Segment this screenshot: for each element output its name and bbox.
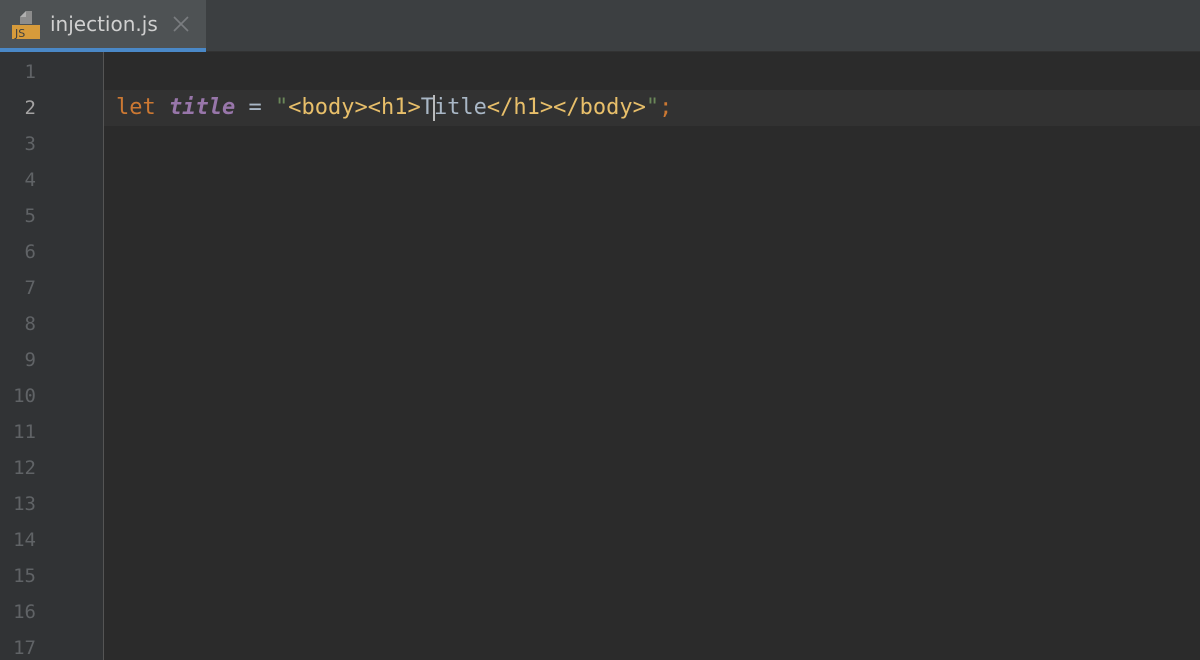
injected-html-close-tags: </h1></body>	[486, 95, 646, 120]
tab-injection-js[interactable]: JS injection.js	[0, 0, 206, 52]
line-number: 5	[24, 205, 36, 227]
line-number: 10	[13, 385, 36, 407]
string-quote-open: "	[274, 95, 289, 120]
js-icon-text: JS	[14, 27, 25, 40]
line-number: 8	[24, 313, 36, 335]
keyword-let: let	[116, 95, 156, 120]
line-number: 7	[24, 277, 36, 299]
line-number: 13	[13, 493, 36, 515]
line-number: 9	[24, 349, 36, 371]
code-editor[interactable]: 1 2 3 4 5 6 7 8 9 10 11 12 13 14 15 16 1…	[0, 52, 1200, 660]
line-number: 15	[13, 565, 36, 587]
line-number-current: 2	[24, 97, 36, 119]
line-number-gutter: 1 2 3 4 5 6 7 8 9 10 11 12 13 14 15 16 1…	[0, 52, 103, 660]
editor-tab-bar: JS injection.js	[0, 0, 1200, 52]
variable-title: title	[169, 95, 236, 120]
line-number: 3	[24, 133, 36, 155]
line-numbers: 1 2 3 4 5 6 7 8 9 10 11 12 13 14 15 16 1…	[0, 54, 36, 660]
assignment-operator: =	[248, 95, 262, 120]
line-number: 17	[13, 637, 36, 659]
injected-html-open-tags: <body><h1>	[288, 95, 421, 120]
line-number: 14	[13, 529, 36, 551]
line-number: 11	[13, 421, 36, 443]
line-number: 12	[13, 457, 36, 479]
line-number: 6	[24, 241, 36, 263]
line-number: 1	[24, 61, 36, 83]
injected-html-text-before-caret: T	[420, 95, 434, 120]
javascript-file-icon: JS	[12, 11, 40, 40]
line-number: 16	[13, 601, 36, 623]
injected-html-text-after-caret: itle	[433, 95, 487, 120]
gutter-divider	[103, 52, 104, 660]
line-number: 4	[24, 169, 36, 191]
string-quote-close: "	[645, 95, 660, 120]
semicolon: ;	[659, 95, 673, 120]
code-line-2[interactable]: let title = "<body><h1>Title</h1></body>…	[116, 90, 672, 126]
close-icon[interactable]	[171, 14, 191, 34]
tab-title: injection.js	[50, 12, 158, 36]
